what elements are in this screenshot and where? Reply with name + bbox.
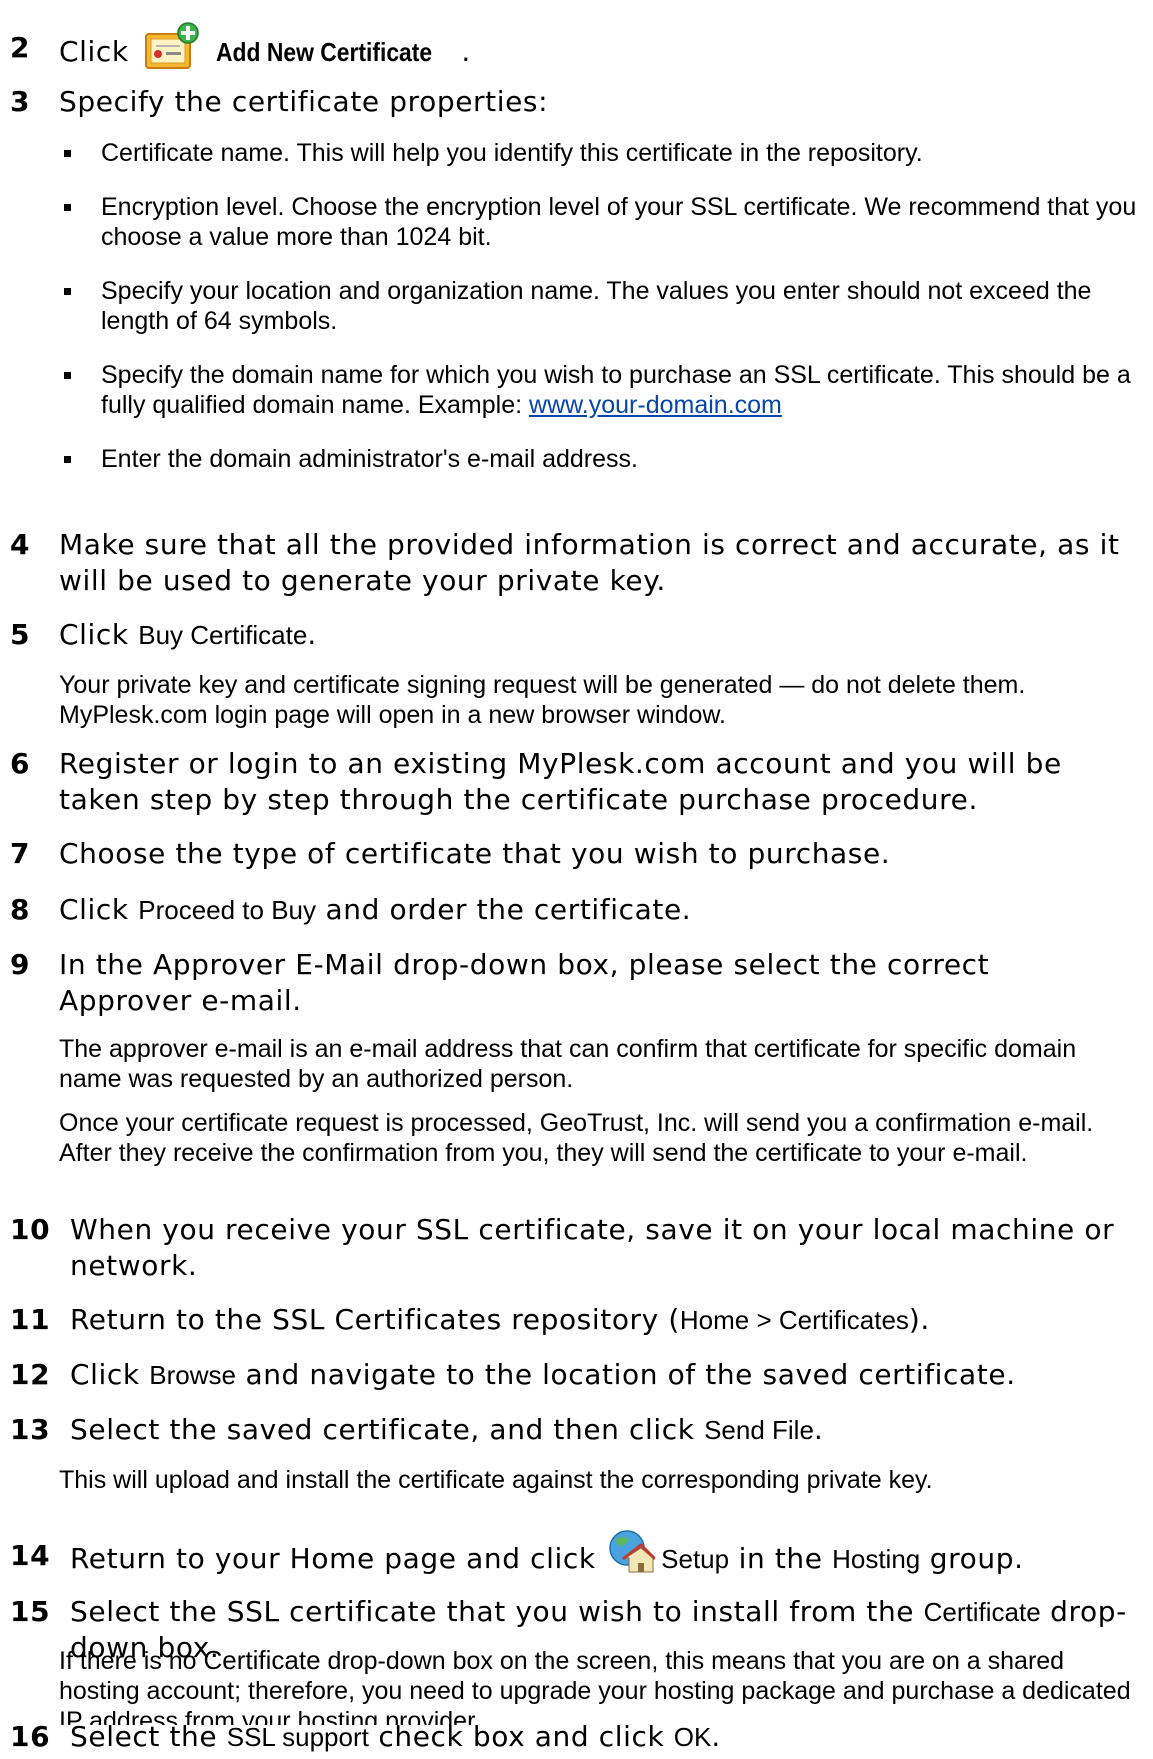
step-2: 2 Click Add New Certificate. — [10, 22, 1130, 76]
step-5-note: Your private key and certificate signing… — [59, 671, 1026, 729]
list-item: Encryption level. Choose the encryption … — [59, 192, 1149, 252]
browse-label: Browse — [149, 1360, 236, 1390]
setup-label: Setup — [661, 1544, 730, 1574]
list-item: Specify the domain name for which you wi… — [59, 360, 1149, 420]
geotrust-note: Once your certificate request is process… — [59, 1109, 1094, 1167]
step-text: Specify the certificate properties: — [59, 85, 549, 118]
step-number: 11 — [10, 1303, 51, 1336]
step-number: 16 — [10, 1720, 51, 1753]
hosting-group-label: Hosting — [832, 1544, 921, 1574]
hosting-setup-icon[interactable] — [605, 1528, 657, 1573]
step-number: 14 — [10, 1539, 51, 1572]
proceed-to-buy-label: Proceed to Buy — [138, 895, 317, 925]
step-16: 16 Select the SSL support check box and … — [10, 1720, 721, 1753]
step-11: 11 Return to the SSL Certificates reposi… — [10, 1303, 930, 1336]
step-number: 9 — [10, 948, 31, 981]
step-7: 7 Choose the type of certificate that yo… — [10, 836, 1130, 872]
step-text: Register or login to an existing MyPlesk… — [59, 747, 1062, 816]
step-number: 8 — [10, 893, 31, 926]
step-4: 4 Make sure that all the provided inform… — [10, 527, 1130, 599]
list-item: Enter the domain administrator's e-mail … — [59, 444, 1149, 474]
step-number: 7 — [10, 837, 31, 870]
step-3: 3 Specify the certificate properties: — [10, 84, 1130, 120]
bullet-icon — [64, 456, 71, 463]
step-text: Choose the type of certificate that you … — [59, 837, 891, 870]
step-14: 14 Return to your Home page and click Se… — [10, 1530, 1130, 1582]
example-domain-link[interactable]: www.your-domain.com — [529, 391, 782, 419]
step-number: 2 — [10, 31, 31, 64]
buy-certificate-label: Buy Certificate — [138, 620, 308, 650]
list-item: Specify your location and organization n… — [59, 276, 1149, 336]
certificate-dropdown-label: Certificate — [923, 1597, 1041, 1627]
step-text: When you receive your SSL certificate, s… — [70, 1213, 1115, 1282]
bullet-icon — [64, 204, 71, 211]
step-number: 5 — [10, 618, 31, 651]
breadcrumb-home-certificates: Home > Certificates — [679, 1305, 909, 1335]
ok-label: OK — [673, 1722, 712, 1752]
step-text: Click — [59, 35, 129, 68]
ssl-support-label: SSL support — [226, 1722, 369, 1752]
bullet-icon — [64, 372, 71, 379]
step-number: 12 — [10, 1358, 51, 1391]
step-9: 9 In the Approver E-Mail drop-down box, … — [10, 947, 1130, 1019]
step-text: Make sure that all the provided informat… — [59, 528, 1120, 597]
step-8: 8 Click Proceed to Buy and order the cer… — [10, 893, 692, 926]
add-certificate-icon[interactable] — [144, 22, 200, 69]
list-item: Certificate name. This will help you ide… — [59, 138, 1149, 168]
step-13: 13 Select the saved certificate, and the… — [10, 1413, 824, 1446]
add-new-certificate-label: Add New Certificate — [215, 37, 432, 67]
step-number: 4 — [10, 528, 31, 561]
step-number: 3 — [10, 85, 31, 118]
bullet-icon — [64, 150, 71, 157]
step-12: 12 Click Browse and navigate to the loca… — [10, 1358, 1016, 1391]
bullet-icon — [64, 288, 71, 295]
step-number: 13 — [10, 1413, 51, 1446]
step-10: 10 When you receive your SSL certificate… — [10, 1212, 1130, 1284]
step-number: 10 — [10, 1213, 51, 1246]
approver-email-note: The approver e-mail is an e-mail address… — [59, 1035, 1077, 1093]
step-text: In the Approver E-Mail drop-down box, pl… — [59, 948, 990, 1017]
step-6: 6 Register or login to an existing MyPle… — [10, 746, 1130, 818]
upload-note: This will upload and install the certifi… — [59, 1466, 933, 1494]
step-5: 5 Click Buy Certificate. — [10, 618, 317, 651]
step-number: 6 — [10, 747, 31, 780]
certificate-properties-list: Certificate name. This will help you ide… — [59, 138, 1149, 474]
step-number: 15 — [10, 1595, 51, 1628]
certificate-dropdown-note: If there is no Certificate drop-down box… — [59, 1645, 1131, 1725]
send-file-label: Send File — [704, 1415, 814, 1445]
